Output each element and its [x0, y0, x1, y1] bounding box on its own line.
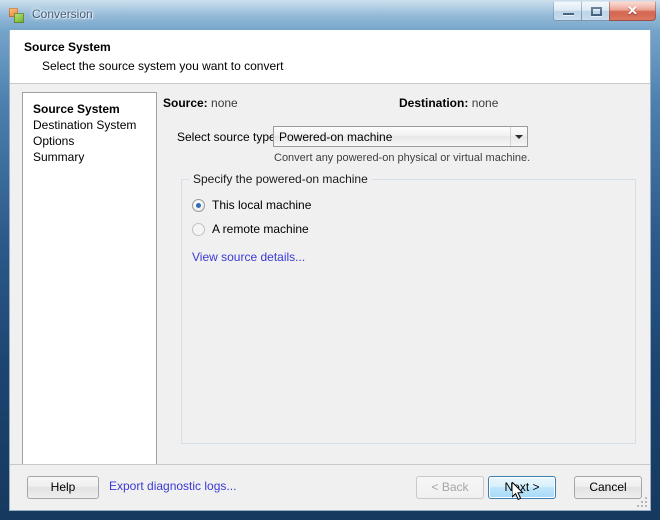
next-button[interactable]: Next >	[488, 476, 556, 499]
destination-status-label: Destination:	[399, 96, 469, 110]
page-header: Source System Select the source system y…	[10, 30, 650, 84]
vmware-converter-icon	[9, 8, 25, 24]
window-controls: ✕	[553, 1, 656, 22]
source-type-selected-value: Powered-on machine	[279, 130, 393, 144]
source-type-select[interactable]: Powered-on machine	[273, 126, 528, 147]
radio-this-local-machine-label: This local machine	[212, 198, 312, 212]
dialog-footer: Help Export diagnostic logs... < Back Ne…	[10, 464, 650, 510]
wizard-step-list: Source System Destination System Options…	[33, 101, 152, 165]
window-title: Conversion	[32, 7, 93, 21]
maximize-icon	[591, 7, 602, 16]
dialog-client-area: Source System Select the source system y…	[9, 30, 651, 511]
sidebar-item-destination-system[interactable]: Destination System	[33, 117, 152, 133]
status-row: Source: none Destination: none	[161, 96, 650, 112]
source-status-label: Source:	[163, 96, 208, 110]
minimize-icon	[563, 13, 574, 15]
page-title: Source System	[24, 40, 111, 54]
destination-status-value: none	[471, 96, 499, 110]
close-icon: ✕	[627, 3, 638, 18]
wizard-sidebar: Source System Destination System Options…	[22, 92, 157, 465]
powered-on-machine-group	[181, 179, 636, 444]
view-source-details-link[interactable]: View source details...	[192, 250, 305, 264]
source-status: Source: none	[163, 96, 238, 110]
sidebar-item-source-system[interactable]: Source System	[33, 101, 152, 117]
maximize-button[interactable]	[581, 1, 610, 21]
help-button[interactable]: Help	[27, 476, 99, 499]
radio-a-remote-machine-label: A remote machine	[212, 222, 309, 236]
source-status-value: none	[211, 96, 238, 110]
source-type-row: Select source type: Powered-on machine	[161, 126, 650, 148]
back-button[interactable]: < Back	[416, 476, 484, 499]
window-frame: Conversion ✕ Source System Select the so…	[0, 0, 660, 520]
sidebar-item-summary[interactable]: Summary	[33, 149, 152, 165]
page-subtitle: Select the source system you want to con…	[42, 59, 284, 73]
close-button[interactable]: ✕	[609, 1, 656, 21]
export-diagnostic-logs-link[interactable]: Export diagnostic logs...	[109, 479, 236, 493]
main-content: Source: none Destination: none Select so…	[161, 85, 650, 477]
chevron-down-icon[interactable]	[510, 127, 527, 146]
powered-on-machine-group-legend: Specify the powered-on machine	[189, 172, 372, 186]
resize-grip[interactable]	[635, 495, 647, 507]
source-type-hint: Convert any powered-on physical or virtu…	[274, 152, 531, 164]
minimize-button[interactable]	[553, 1, 582, 21]
destination-status: Destination: none	[399, 96, 498, 110]
radio-this-local-machine[interactable]: This local machine	[192, 198, 311, 212]
source-type-label: Select source type:	[177, 130, 280, 144]
title-bar[interactable]: Conversion ✕	[0, 0, 660, 30]
sidebar-item-options[interactable]: Options	[33, 133, 152, 149]
cancel-button[interactable]: Cancel	[574, 476, 642, 499]
radio-selected-icon[interactable]	[192, 198, 205, 212]
radio-a-remote-machine[interactable]: A remote machine	[192, 222, 309, 236]
radio-unselected-icon[interactable]	[192, 222, 205, 236]
